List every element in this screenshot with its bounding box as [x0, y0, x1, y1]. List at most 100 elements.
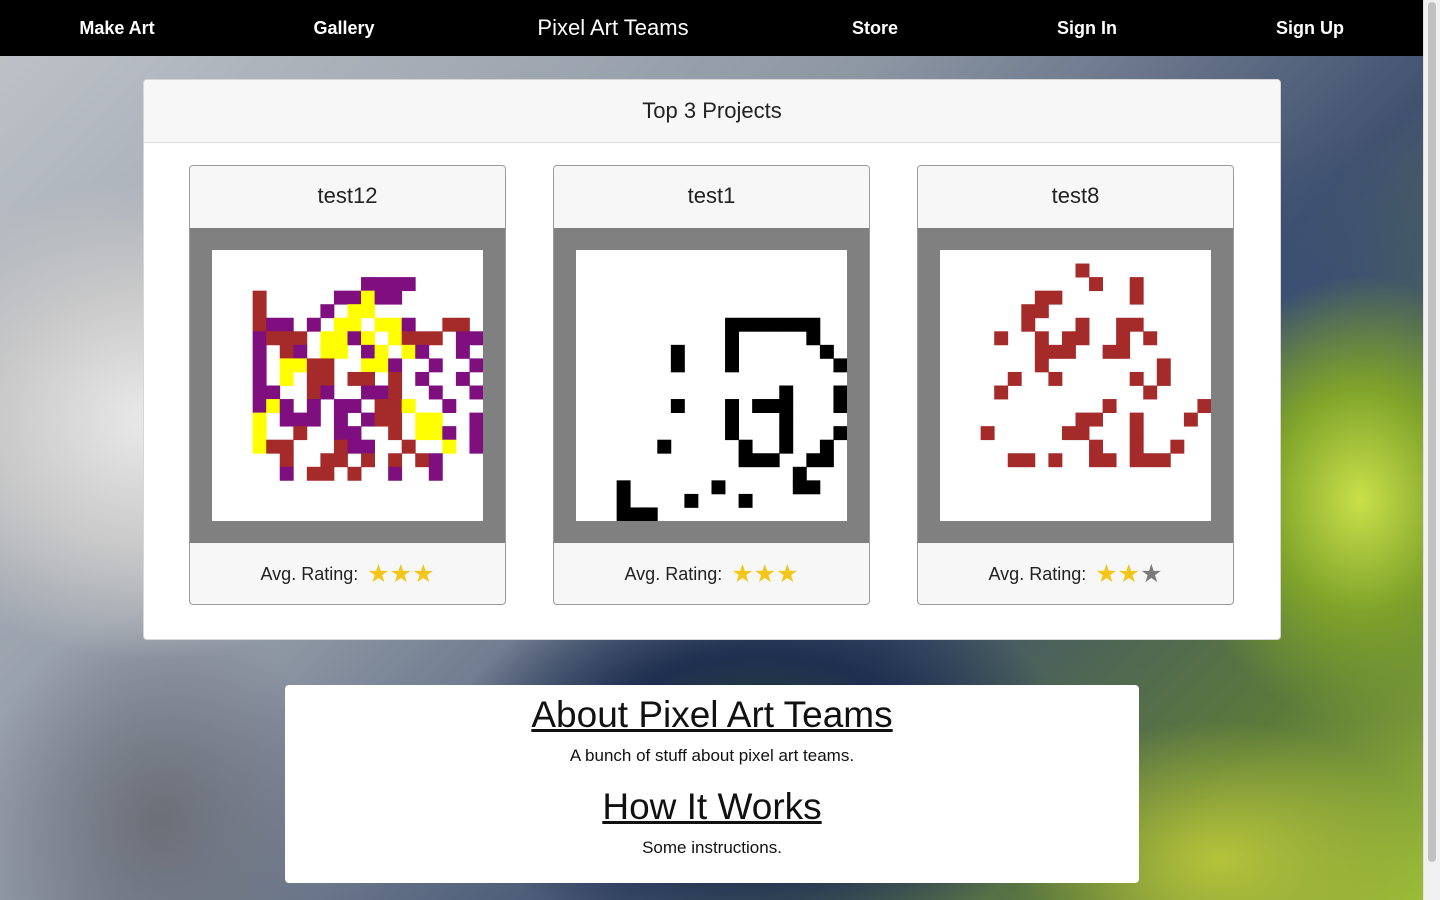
- pixel: [1075, 263, 1090, 278]
- pixel: [347, 399, 362, 413]
- pixel: [320, 453, 335, 468]
- project-pixel-canvas[interactable]: [576, 250, 847, 521]
- pixel: [1129, 371, 1144, 386]
- pixel: [442, 426, 457, 441]
- pixel: [252, 290, 267, 305]
- pixel: [1156, 371, 1171, 386]
- pixel: [252, 371, 267, 386]
- pixel: [279, 439, 294, 454]
- pixel: [1156, 453, 1171, 468]
- pixel: [738, 493, 753, 508]
- pixel: [752, 453, 767, 468]
- how-it-works-heading-link[interactable]: How It Works: [285, 786, 1139, 828]
- pixel: [320, 371, 335, 386]
- pixel: [469, 439, 483, 454]
- pixel: [266, 399, 281, 413]
- pixel: [428, 358, 443, 373]
- pixel: [616, 493, 631, 508]
- pixel: [415, 453, 430, 468]
- pixel: [1007, 453, 1022, 468]
- nav-brand-link[interactable]: Pixel Art Teams: [537, 0, 688, 56]
- pixel: [279, 358, 294, 373]
- rating-label: Avg. Rating:: [260, 563, 359, 584]
- pixel: [1102, 399, 1117, 413]
- pixel: [266, 317, 281, 332]
- pixel: [306, 317, 321, 332]
- pixel: [1102, 453, 1117, 468]
- pixel: [415, 426, 430, 441]
- how-it-works-text: Some instructions.: [642, 838, 782, 857]
- pixel: [1156, 358, 1171, 373]
- nav-sign-up-link[interactable]: Sign Up: [1276, 0, 1344, 56]
- pixel: [1089, 277, 1103, 292]
- pixel: [347, 439, 362, 454]
- pixel: [333, 317, 348, 332]
- pixel: [670, 358, 685, 373]
- pixel: [333, 331, 348, 346]
- star-filled-icon: ★: [389, 559, 413, 588]
- pixel: [374, 385, 389, 400]
- pixel: [833, 426, 847, 441]
- pixel: [779, 399, 794, 413]
- pixel: [725, 426, 739, 441]
- pixel: [388, 371, 403, 386]
- pixel: [374, 277, 389, 292]
- pixel: [401, 344, 416, 359]
- pixel: [1075, 317, 1090, 332]
- pixel: [361, 304, 375, 319]
- pixel: [333, 453, 348, 468]
- pixel: [293, 344, 308, 359]
- pixel: [252, 385, 267, 400]
- pixel: [1048, 371, 1063, 386]
- project-frame: [918, 228, 1233, 543]
- pixel: [455, 371, 470, 386]
- pixel: [428, 412, 443, 427]
- nav-store-link[interactable]: Store: [852, 0, 898, 56]
- project-title: test8: [918, 166, 1233, 228]
- pixel: [792, 466, 807, 481]
- pixel: [1034, 290, 1049, 305]
- pixel: [306, 466, 321, 481]
- pixel: [361, 453, 375, 468]
- pixel: [1116, 331, 1131, 346]
- pixel: [1021, 304, 1036, 319]
- nav-make-art-link[interactable]: Make Art: [79, 0, 154, 56]
- pixel: [333, 439, 348, 454]
- pixel: [252, 317, 267, 332]
- pixel: [347, 331, 362, 346]
- pixel: [1089, 439, 1103, 454]
- pixel: [428, 331, 443, 346]
- pixel: [643, 507, 658, 521]
- pixel: [792, 480, 807, 495]
- top-navbar: Make Art Gallery Pixel Art Teams Store S…: [0, 0, 1423, 56]
- pixel: [252, 304, 267, 319]
- project-title: test1: [554, 166, 869, 228]
- nav-gallery-link[interactable]: Gallery: [313, 0, 374, 56]
- about-card: About Pixel Art Teams A bunch of stuff a…: [285, 685, 1139, 883]
- vertical-scrollbar[interactable]: [1423, 0, 1440, 900]
- pixel: [442, 439, 457, 454]
- project-card[interactable]: test12 Avg. Rating: ★ ★ ★: [189, 165, 506, 605]
- pixel: [401, 439, 416, 454]
- project-pixel-canvas[interactable]: [940, 250, 1211, 521]
- pixel: [361, 412, 375, 427]
- pixel: [333, 426, 348, 441]
- nav-sign-in-link[interactable]: Sign In: [1057, 0, 1117, 56]
- pixel: [738, 317, 753, 332]
- project-pixel-canvas[interactable]: [212, 250, 483, 521]
- pixel: [428, 466, 443, 481]
- pixel: [1007, 371, 1022, 386]
- pixel: [361, 358, 375, 373]
- pixel: [779, 412, 794, 427]
- project-card[interactable]: test1 Avg. Rating: ★ ★ ★: [553, 165, 870, 605]
- pixel: [401, 331, 416, 346]
- pixel: [374, 412, 389, 427]
- pixel: [279, 453, 294, 468]
- about-heading-link[interactable]: About Pixel Art Teams: [285, 694, 1139, 736]
- top-projects-title: Top 3 Projects: [144, 80, 1280, 143]
- project-card[interactable]: test8 Avg. Rating: ★ ★ ★: [917, 165, 1234, 605]
- pixel: [374, 358, 389, 373]
- pixel: [725, 412, 739, 427]
- pixel: [1129, 317, 1144, 332]
- scrollbar-thumb[interactable]: [1428, 2, 1436, 862]
